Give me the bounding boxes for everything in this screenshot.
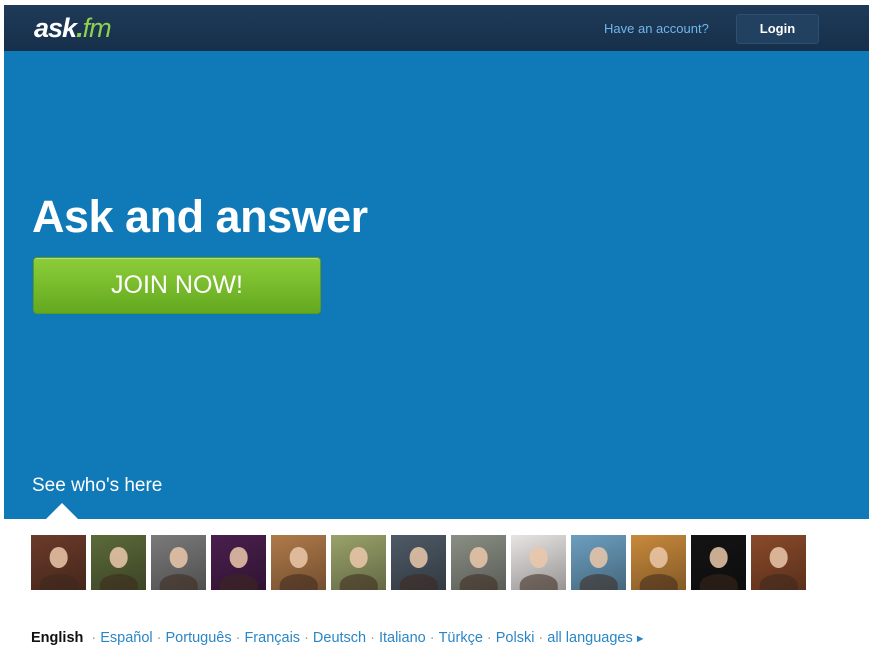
avatar-face — [709, 547, 728, 568]
top-navigation-bar: ask.fm Have an account? Login — [4, 5, 869, 51]
language-link[interactable]: Polski — [496, 630, 535, 646]
user-avatar[interactable] — [511, 535, 566, 590]
user-avatar-strip — [31, 535, 806, 591]
have-account-link[interactable]: Have an account? — [604, 21, 709, 36]
avatar-body — [219, 573, 258, 590]
avatar-face — [229, 547, 248, 568]
login-button[interactable]: Login — [736, 14, 819, 44]
hero-headline: Ask and answer — [32, 191, 368, 242]
language-separator: · — [486, 630, 492, 646]
user-avatar[interactable] — [571, 535, 626, 590]
language-selector: English · Español · Português · Français · Deut… — [31, 630, 646, 646]
avatar-face — [589, 547, 608, 568]
user-avatar[interactable] — [211, 535, 266, 590]
user-avatar[interactable] — [631, 535, 686, 590]
avatar-face — [649, 547, 668, 568]
user-avatar[interactable] — [91, 535, 146, 590]
user-avatar[interactable] — [391, 535, 446, 590]
all-languages-link[interactable]: all languages — [547, 630, 632, 646]
language-link[interactable]: Deutsch — [313, 630, 366, 646]
user-avatar[interactable] — [331, 535, 386, 590]
language-link[interactable]: Português — [166, 630, 232, 646]
avatar-body — [459, 573, 498, 590]
language-separator: · — [304, 630, 309, 646]
avatar-face — [289, 547, 308, 568]
user-avatar[interactable] — [271, 535, 326, 590]
avatar-body — [699, 573, 738, 590]
logo-main-text: ask — [34, 13, 77, 43]
avatar-face — [109, 547, 128, 568]
language-current: English — [31, 630, 84, 646]
user-avatar[interactable] — [31, 535, 86, 590]
language-separator: · — [235, 630, 241, 646]
avatar-body — [279, 573, 318, 590]
user-avatar[interactable] — [151, 535, 206, 590]
see-who-heading: See who's here — [32, 475, 163, 496]
avatar-body — [579, 573, 618, 590]
language-separator: · — [91, 630, 97, 646]
language-separator: · — [370, 630, 375, 646]
avatar-body — [159, 573, 198, 590]
language-separator: · — [156, 630, 162, 646]
language-link[interactable]: Italiano — [379, 630, 426, 646]
user-avatar[interactable] — [451, 535, 506, 590]
avatar-body — [99, 573, 138, 590]
language-link[interactable]: Español — [100, 630, 152, 646]
hero-banner: Ask and answer JOIN NOW! See who's here — [4, 51, 869, 519]
arrow-right-icon[interactable]: ► — [635, 633, 646, 645]
join-now-button[interactable]: JOIN NOW! — [33, 257, 321, 314]
avatar-face — [529, 547, 548, 568]
avatar-body — [759, 573, 798, 590]
avatar-face — [469, 547, 488, 568]
ask-fm-logo[interactable]: ask.fm — [34, 13, 112, 44]
avatar-body — [399, 573, 438, 590]
language-link[interactable]: Türkçe — [439, 630, 483, 646]
avatar-body — [339, 573, 378, 590]
user-avatar[interactable] — [691, 535, 746, 590]
language-separator: · — [538, 630, 544, 646]
avatar-body — [519, 573, 558, 590]
avatar-body — [39, 573, 78, 590]
language-separator: · — [429, 630, 435, 646]
avatar-face — [169, 547, 188, 568]
pointer-notch — [46, 503, 78, 519]
user-avatar[interactable] — [751, 535, 806, 590]
avatar-face — [409, 547, 428, 568]
avatar-face — [349, 547, 368, 568]
avatar-face — [49, 547, 68, 568]
avatar-body — [639, 573, 678, 590]
language-link[interactable]: Français — [244, 630, 300, 646]
avatar-face — [769, 547, 788, 568]
logo-suffix-text: fm — [82, 13, 112, 43]
